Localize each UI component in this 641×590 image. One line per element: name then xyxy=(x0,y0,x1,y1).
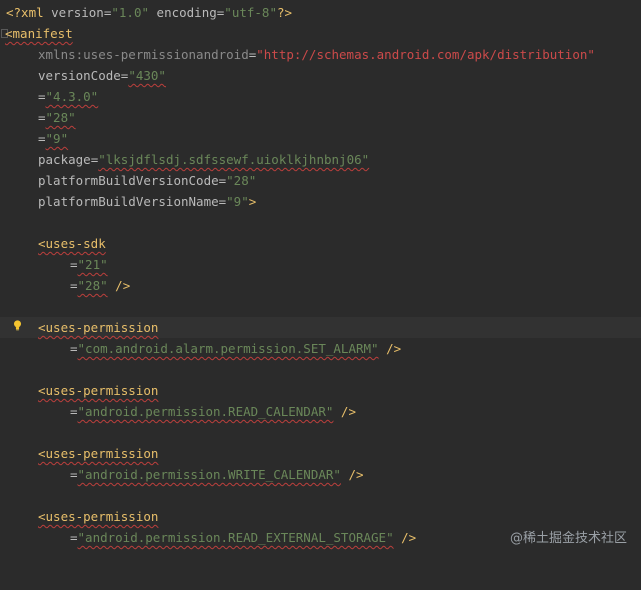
line-content: ="28" xyxy=(38,107,76,128)
code-line[interactable]: ="9" xyxy=(0,128,641,149)
attr-value: "9" xyxy=(45,131,69,146)
code-line[interactable]: <uses-sdk xyxy=(0,233,641,254)
code-line[interactable]: ="com.android.alarm.permission.SET_ALARM… xyxy=(0,338,641,359)
line-content: <manifest xyxy=(5,23,73,44)
line-content: <uses-permission xyxy=(38,317,158,338)
line-content: ="4.3.0" xyxy=(38,86,98,107)
line-content: <?xml version="1.0" encoding="utf-8"?> xyxy=(6,2,292,23)
line-content: <uses-sdk xyxy=(38,233,106,254)
code-line[interactable]: ="21" xyxy=(0,254,641,275)
code-line[interactable]: ="28" /> xyxy=(0,275,641,296)
code-line-current[interactable]: <uses-permission xyxy=(0,317,641,338)
attr-name: platformBuildVersionName xyxy=(38,194,219,209)
equals: = xyxy=(70,530,78,545)
attr-name: platformBuildVersionCode xyxy=(38,173,219,188)
code-line[interactable]: versionCode="430" xyxy=(0,65,641,86)
code-line[interactable]: <uses-permission xyxy=(0,443,641,464)
tag-close: /> xyxy=(107,278,131,293)
equals: = xyxy=(70,341,78,356)
attr-value: "http://schemas.android.com/apk/distribu… xyxy=(256,47,595,62)
tag-close: > xyxy=(248,194,257,209)
line-content: platformBuildVersionCode="28" xyxy=(38,170,256,191)
attr-name: package xyxy=(38,152,91,167)
tag-close: /> xyxy=(378,341,402,356)
line-content: xmlns:uses-permissionandroid="http://sch… xyxy=(38,44,595,65)
xml-decl-open: <?xml xyxy=(6,5,52,20)
attr-value: "lksjdflsdj.sdfssewf.uioklkjhnbnj06" xyxy=(98,152,370,167)
attr-value: "28" xyxy=(77,278,108,293)
code-line[interactable]: ="28" xyxy=(0,107,641,128)
line-content: package="lksjdflsdj.sdfssewf.uioklkjhnbn… xyxy=(38,149,369,170)
line-content: ="android.permission.READ_CALENDAR" /> xyxy=(70,401,356,422)
attr-name: xmlns:uses-permissionandroid xyxy=(38,47,249,62)
attr-value: "4.3.0" xyxy=(45,89,99,104)
attr-value: "430" xyxy=(128,68,166,83)
code-line[interactable]: <uses-permission xyxy=(0,380,641,401)
code-line[interactable]: platformBuildVersionCode="28" xyxy=(0,170,641,191)
code-line[interactable]: ="android.permission.READ_CALENDAR" /> xyxy=(0,401,641,422)
equals: = xyxy=(38,89,46,104)
line-content: ="9" xyxy=(38,128,68,149)
watermark: @稀土掘金技术社区 xyxy=(509,531,627,546)
attr-value: "com.android.alarm.permission.SET_ALARM" xyxy=(77,341,379,356)
equals: = xyxy=(70,257,78,272)
code-line[interactable]: <manifest xyxy=(0,23,641,44)
code-line[interactable]: package="lksjdflsdj.sdfssewf.uioklkjhnbn… xyxy=(0,149,641,170)
attr-value: "android.permission.READ_EXTERNAL_STORAG… xyxy=(77,530,394,545)
attr-value: "android.permission.WRITE_CALENDAR" xyxy=(77,467,341,482)
tag-open: <uses-sdk xyxy=(38,236,106,251)
line-content: <uses-permission xyxy=(38,506,158,527)
attr-value: "28" xyxy=(226,173,257,188)
attr-value: "28" xyxy=(45,110,76,125)
equals: = xyxy=(70,467,78,482)
line-content: ="android.permission.READ_EXTERNAL_STORA… xyxy=(70,527,416,548)
attr-value: "1.0" xyxy=(111,5,150,20)
tag-close: /> xyxy=(333,404,356,419)
code-line[interactable]: platformBuildVersionName="9"> xyxy=(0,191,641,212)
equals: = xyxy=(38,110,46,125)
line-content: versionCode="430" xyxy=(38,65,166,86)
tag-open: <uses-permission xyxy=(38,320,159,335)
line-content: ="28" /> xyxy=(70,275,130,296)
tag-open: <uses-permission xyxy=(38,446,159,461)
code-line[interactable]: ="4.3.0" xyxy=(0,86,641,107)
lightbulb-icon[interactable] xyxy=(12,320,23,331)
tag-open: <uses-permission xyxy=(38,383,159,398)
tag-close: /> xyxy=(340,467,364,482)
tag-close: /> xyxy=(393,530,417,545)
code-line[interactable]: xmlns:uses-permissionandroid="http://sch… xyxy=(0,44,641,65)
xml-decl-close: ?> xyxy=(276,5,293,20)
attr-value: "21" xyxy=(77,257,108,272)
attr-name: encoding xyxy=(156,5,217,20)
line-content: <uses-permission xyxy=(38,380,158,401)
equals: = xyxy=(70,404,78,419)
line-content: ="21" xyxy=(70,254,108,275)
line-content: ="android.permission.WRITE_CALENDAR" /> xyxy=(70,464,364,485)
attr-name: versionCode xyxy=(38,68,121,83)
attr-value: "9" xyxy=(226,194,249,209)
tag-open: <manifest xyxy=(5,26,73,41)
code-editor[interactable]: <?xml version="1.0" encoding="utf-8"?> <… xyxy=(0,0,641,560)
attr-value: "android.permission.READ_CALENDAR" xyxy=(77,404,334,419)
equals: = xyxy=(70,278,78,293)
code-line[interactable]: ="android.permission.WRITE_CALENDAR" /> xyxy=(0,464,641,485)
code-line[interactable]: <?xml version="1.0" encoding="utf-8"?> xyxy=(0,2,641,23)
line-content: <uses-permission xyxy=(38,443,158,464)
attr-value: "utf-8" xyxy=(224,5,277,20)
tag-open: <uses-permission xyxy=(38,509,159,524)
line-content: platformBuildVersionName="9"> xyxy=(38,191,256,212)
code-line[interactable]: <uses-permission xyxy=(0,506,641,527)
equals: = xyxy=(38,131,46,146)
line-content: ="com.android.alarm.permission.SET_ALARM… xyxy=(70,338,401,359)
attr-name: version xyxy=(51,5,104,20)
